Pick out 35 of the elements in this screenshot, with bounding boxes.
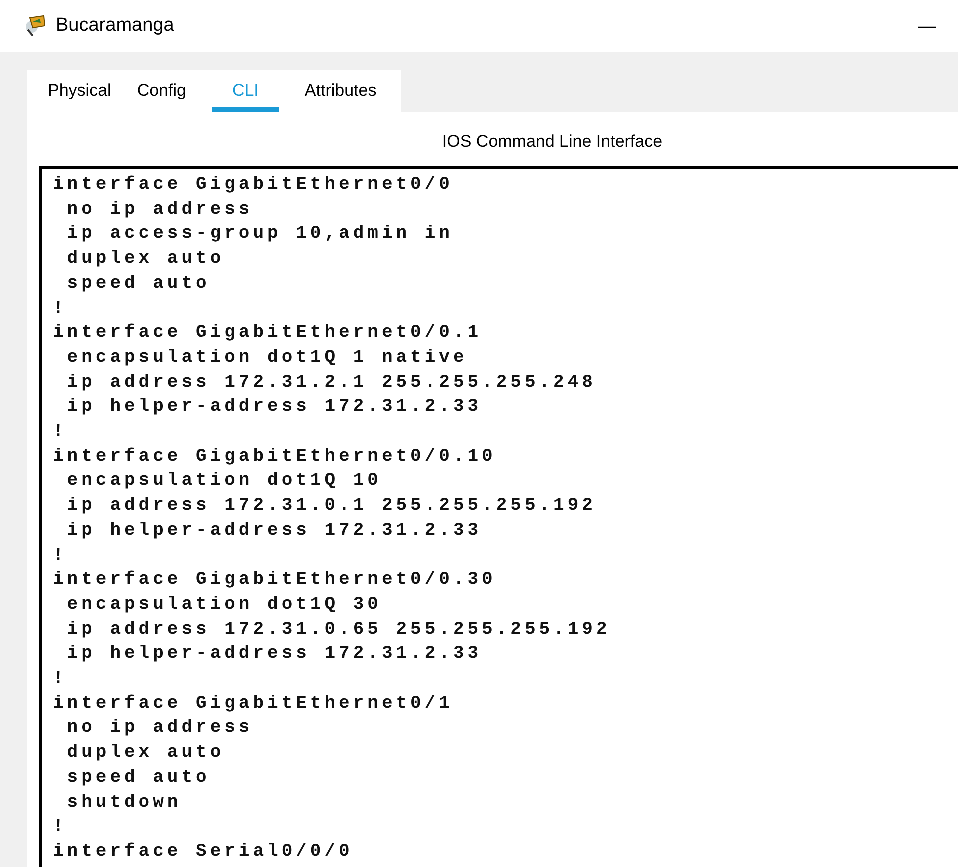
- console-line: ip helper-address 172.31.2.33: [66, 396, 484, 420]
- router-icon: [24, 14, 48, 38]
- console-line: ip address 172.31.0.1 255.255.255.192: [66, 495, 598, 518]
- console-line: ip address 172.31.2.1 255.255.255.248: [66, 372, 598, 395]
- console-line: interface GigabitEthernet0/1: [53, 692, 454, 716]
- window-title: Bucaramanga: [56, 15, 176, 37]
- console-line: encapsulation dot1Q 1 native: [66, 346, 469, 370]
- tab[interactable]: Attributes: [304, 70, 377, 112]
- console-line: no ip address: [66, 198, 254, 222]
- console-line: ip helper-address 172.31.2.33: [66, 643, 484, 666]
- console-line: encapsulation dot1Q 10: [66, 470, 383, 494]
- console-line: interface GigabitEthernet0/0.10: [53, 446, 498, 469]
- console-line: !: [53, 421, 68, 444]
- console-line: ip address 172.31.0.65 255.255.255.192: [66, 618, 612, 642]
- console-line: speed auto: [66, 272, 212, 296]
- console-line: no ip address: [66, 717, 254, 740]
- console-line: ip access-group 10,admin in: [66, 223, 454, 246]
- console-line: interface GigabitEthernet0/0.1: [53, 322, 484, 346]
- tab[interactable]: Physical: [48, 70, 112, 112]
- console-line: duplex auto: [66, 248, 226, 272]
- console-line: interface Serial0/0/0: [53, 840, 354, 864]
- console-line: encapsulation dot1Q 30: [66, 594, 383, 617]
- console-line: duplex auto: [66, 742, 226, 766]
- console-line: shutdown: [66, 792, 183, 815]
- console-line: speed auto: [66, 766, 212, 790]
- console-line: !: [53, 298, 68, 321]
- console-line: interface GigabitEthernet0/0.30: [53, 569, 498, 592]
- console-line: !: [53, 816, 68, 840]
- console-line: ip helper-address 172.31.2.33: [66, 520, 484, 543]
- console-line: interface GigabitEthernet0/0: [53, 174, 454, 197]
- console-line: !: [53, 544, 68, 568]
- minimize-button[interactable]: —: [918, 16, 936, 36]
- tab[interactable]: Config: [137, 70, 186, 112]
- console-line: !: [53, 668, 68, 692]
- panel-heading: IOS Command Line Interface: [442, 132, 663, 152]
